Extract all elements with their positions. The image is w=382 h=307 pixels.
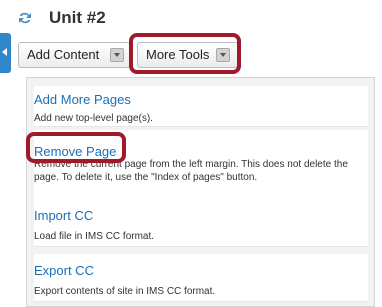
menu-item-description: Remove the current page from the left ma… [34, 159, 348, 183]
reorder-arrows-icon[interactable] [18, 10, 32, 26]
unit-header: Unit #2 [11, 0, 382, 36]
menu-item-description: Export contents of site in IMS CC format… [34, 286, 216, 297]
more-tools-menu: Add More Pages Add new top-level page(s)… [26, 77, 375, 307]
menu-item-link[interactable]: Import CC [34, 208, 93, 223]
add-content-button[interactable]: Add Content [18, 42, 130, 68]
chevron-down-icon[interactable] [110, 48, 124, 62]
more-tools-button[interactable]: More Tools [137, 42, 238, 68]
menu-item-remove-page[interactable]: Remove Page Remove the current page from… [34, 130, 368, 200]
menu-item-add-more-pages[interactable]: Add More Pages Add new top-level page(s)… [34, 86, 368, 127]
menu-item-import-cc[interactable]: Import CC Load file in IMS CC format. [34, 199, 368, 247]
menu-item-export-cc[interactable]: Export CC Export contents of site in IMS… [34, 254, 368, 302]
menu-item-link[interactable]: Add More Pages [34, 92, 131, 107]
collapse-sidebar-tab[interactable] [0, 33, 11, 73]
chevron-down-icon[interactable] [216, 48, 230, 62]
menu-item-link[interactable]: Remove Page [34, 144, 116, 159]
unit-title: Unit #2 [49, 8, 106, 27]
toolbar: Add Content More Tools [11, 36, 382, 76]
more-tools-label: More Tools [146, 47, 210, 62]
menu-item-description: Load file in IMS CC format. [34, 231, 155, 242]
add-content-label: Add Content [27, 47, 100, 62]
menu-item-link[interactable]: Export CC [34, 263, 94, 278]
collapse-left-arrow-icon [2, 48, 7, 56]
menu-item-description: Add new top-level page(s). [34, 113, 153, 124]
